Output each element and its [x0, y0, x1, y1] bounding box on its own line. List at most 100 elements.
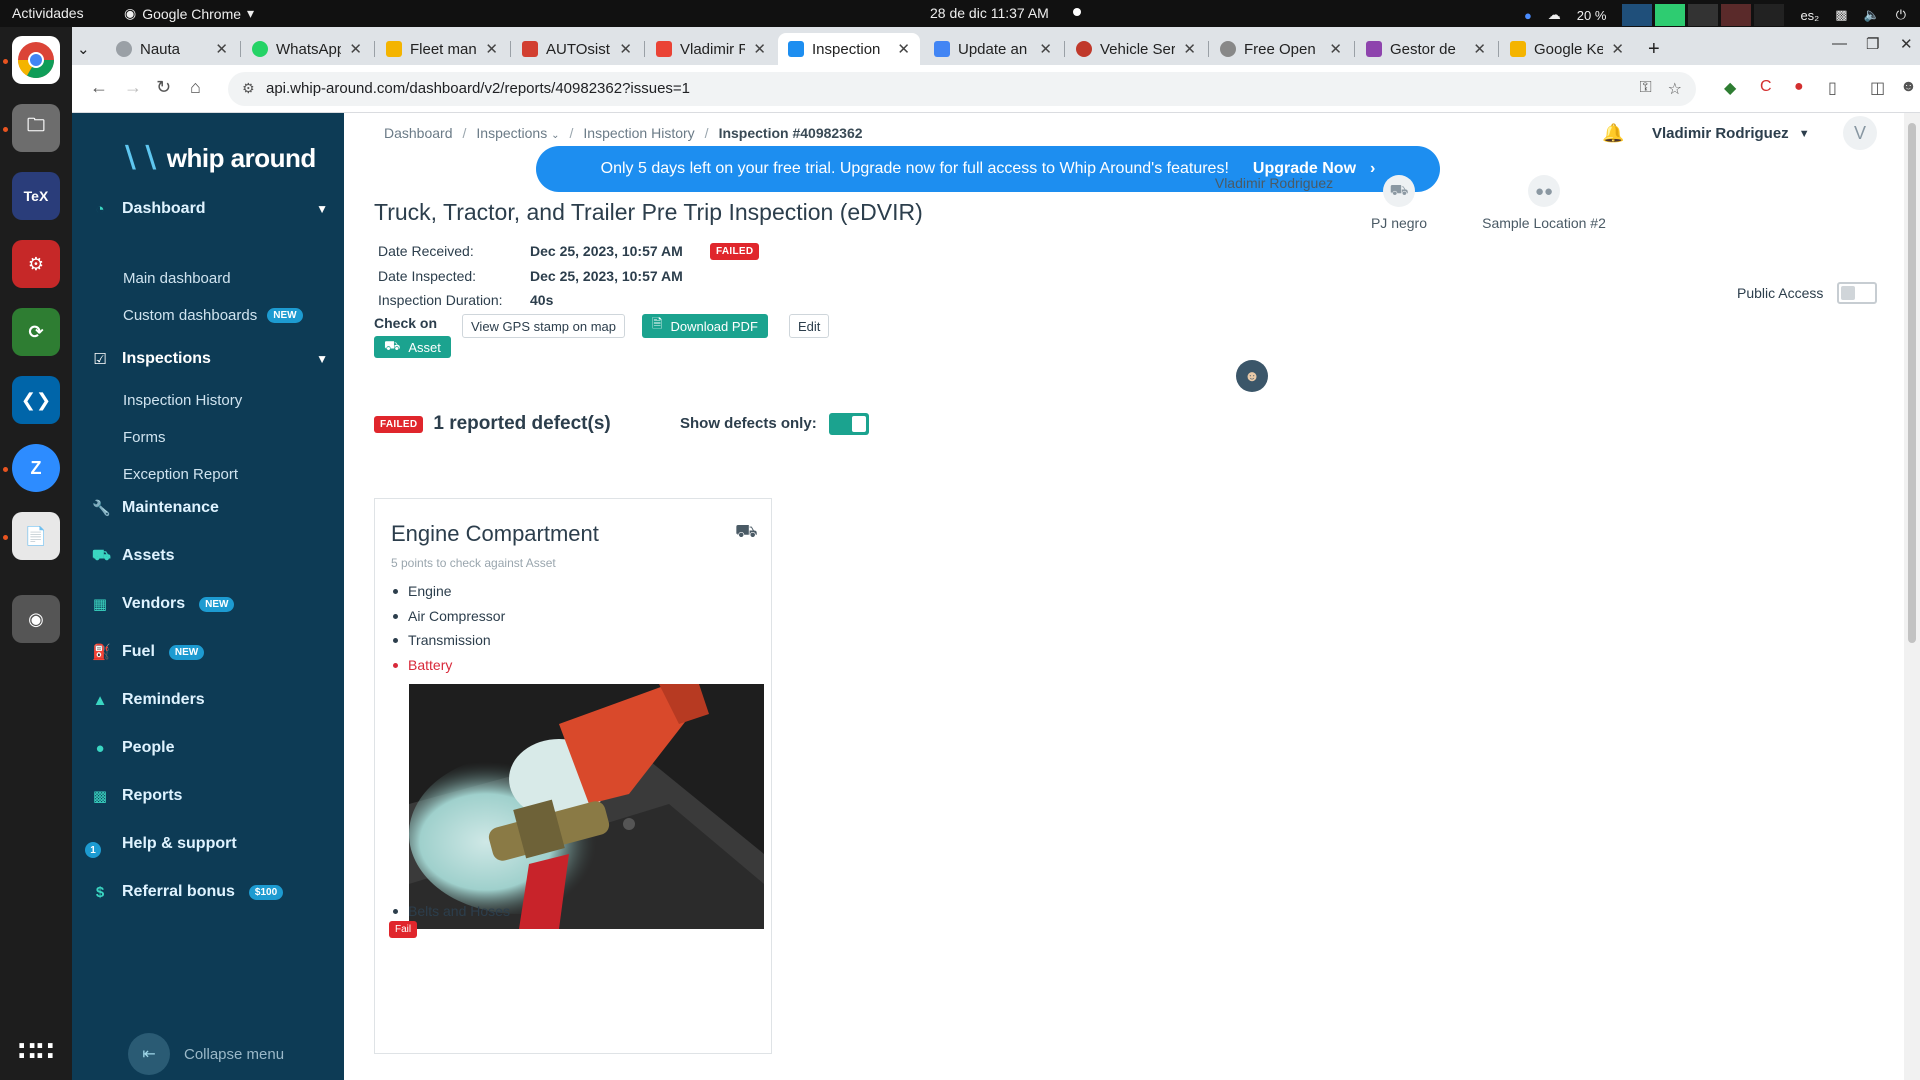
close-icon[interactable]: ✕ [1183, 40, 1196, 58]
close-icon[interactable]: ✕ [753, 40, 766, 58]
sidebar-item-maintenance[interactable]: 🔧 Maintenance [92, 493, 328, 523]
whip-around-logo[interactable]: ∖∖ whip around [120, 141, 316, 176]
tab-gmail[interactable]: Vladimir Ro ✕ [646, 33, 776, 65]
star-icon[interactable]: ☆ [1668, 79, 1682, 99]
defect-photo[interactable] [409, 684, 764, 929]
side-panel-icon[interactable]: ◫ [1870, 78, 1885, 98]
view-gps-button[interactable]: View GPS stamp on map [462, 314, 625, 338]
texstudio-icon[interactable]: TeX [12, 172, 60, 220]
settings-gear-icon[interactable]: ⚙ [12, 240, 60, 288]
location-info[interactable]: ●● Sample Location #2 [1466, 175, 1622, 231]
inspector-info[interactable]: ☻ Vladimir Rodriguez [1202, 175, 1346, 392]
address-bar[interactable]: ⚙ api.whip-around.com/dashboard/v2/repor… [228, 72, 1696, 106]
user-menu[interactable]: Vladimir Rodriguez ▼ [1652, 125, 1810, 142]
zoom-icon[interactable]: Z [12, 444, 60, 492]
close-icon[interactable]: ✕ [349, 40, 362, 58]
key-icon[interactable]: ⚿ [1639, 79, 1651, 99]
avatar[interactable]: V [1843, 116, 1877, 150]
show-apps-grid-icon[interactable]: ∷∷ [12, 1027, 60, 1075]
back-icon[interactable]: ← [90, 77, 108, 98]
tab-fleet[interactable]: Fleet mana ✕ [376, 33, 508, 65]
new-tab-button[interactable]: + [1638, 33, 1668, 65]
app-menu[interactable]: ◉ Google Chrome ▾ [124, 5, 254, 22]
sidebar-item-assets[interactable]: ⛟ Assets [92, 541, 328, 571]
edit-button[interactable]: Edit [789, 314, 830, 338]
show-defects-toggle[interactable] [829, 413, 869, 435]
close-icon[interactable]: ✕ [619, 40, 632, 58]
notifications-bell-icon[interactable]: 🔔 [1602, 123, 1624, 144]
activities-button[interactable]: Actividades [12, 5, 84, 21]
scrollbar-thumb[interactable] [1908, 123, 1916, 643]
home-icon[interactable]: ⌂ [190, 77, 201, 98]
tab-inspection[interactable]: Inspection ✕ [778, 33, 920, 65]
sidebar-item-inspections[interactable]: ☑ Inspections ▼ [92, 344, 328, 374]
public-access-toggle[interactable] [1837, 282, 1877, 304]
tab-search-button[interactable]: ⌄ [72, 33, 98, 65]
sidebar-item-label: Assets [122, 547, 175, 564]
collapse-menu-button[interactable]: ⇤ Collapse menu [128, 1033, 284, 1075]
asset-button[interactable]: ⛟ Asset [374, 336, 451, 358]
sidebar-sub-forms[interactable]: Forms [123, 429, 166, 446]
extension-c-icon[interactable]: C [1760, 78, 1772, 96]
disk-icon[interactable]: ◉ [12, 595, 60, 643]
breadcrumb-inspections[interactable]: Inspections ⌄ [476, 125, 559, 141]
sidebar-sub-main-dashboard[interactable]: Main dashboard [123, 270, 231, 287]
breadcrumb-inspection-history[interactable]: Inspection History [583, 125, 694, 141]
clock[interactable]: 28 de dic 11:37 AM [930, 5, 1049, 21]
sidebar-sub-exception-report[interactable]: Exception Report [123, 466, 238, 483]
puzzle-icon[interactable]: ▯ [1828, 78, 1837, 98]
tab-whatsapp[interactable]: WhatsApp ✕ [242, 33, 372, 65]
document-viewer-icon[interactable]: 📄 [12, 512, 60, 560]
running-indicator [3, 127, 8, 132]
reload-icon[interactable]: ↻ [156, 77, 171, 98]
sidebar-item-reports[interactable]: ▩ Reports [92, 781, 328, 811]
breadcrumb-dashboard[interactable]: Dashboard [384, 125, 453, 141]
bar-chart-icon: ▩ [92, 788, 108, 805]
system-tray[interactable]: ● ☁ 20 % es₂ ▩ 🔈 ⏻ [1524, 4, 1906, 26]
app-sidebar: ∖∖ whip around ◔ Dashboard ▼ Main dashbo… [72, 113, 344, 1080]
close-icon[interactable]: ✕ [215, 40, 228, 58]
sidebar-sub-inspection-history[interactable]: Inspection History [123, 392, 242, 409]
minimize-icon[interactable]: — [1832, 35, 1847, 52]
restore-icon[interactable]: ❐ [1866, 35, 1879, 53]
tab-vehicle[interactable]: Vehicle Ser ✕ [1066, 33, 1206, 65]
tab-free-open[interactable]: Free Open ✕ [1210, 33, 1352, 65]
bullet [393, 613, 398, 619]
sidebar-item-fuel[interactable]: ⛽ Fuel NEW [92, 637, 328, 667]
profile-avatar-icon[interactable]: ☻ [1900, 78, 1917, 96]
sidebar-item-referral[interactable]: $ Referral bonus $100 [92, 877, 328, 907]
files-icon[interactable]: 🗀 [12, 104, 60, 152]
site-info-icon[interactable]: ⚙ [242, 80, 255, 97]
record-icon[interactable]: ● [1794, 78, 1804, 96]
sidebar-item-reminders[interactable]: ▲ Reminders [92, 685, 328, 715]
forward-icon[interactable]: → [124, 77, 142, 98]
sidebar-item-help[interactable]: 1 Help & support [85, 829, 328, 859]
tab-gestor[interactable]: Gestor de ✕ [1356, 33, 1496, 65]
asset-info[interactable]: ⛟ PJ negro [1344, 175, 1454, 231]
extension-icon[interactable]: ◆ [1724, 78, 1736, 98]
tab-nauta[interactable]: Nauta ✕ [106, 33, 238, 65]
chrome-icon[interactable] [12, 36, 60, 84]
sidebar-item-vendors[interactable]: ▦ Vendors NEW [92, 589, 328, 619]
sidebar-item-dashboard[interactable]: ◔ Dashboard ▼ [92, 194, 328, 224]
sidebar-sub-label: Custom dashboards [123, 307, 258, 324]
download-pdf-button[interactable]: 🗎 Download PDF [642, 314, 768, 338]
tab-autosist[interactable]: AUTOsist - ✕ [512, 33, 642, 65]
url-text[interactable]: api.whip-around.com/dashboard/v2/reports… [266, 80, 690, 97]
close-icon[interactable]: ✕ [1611, 40, 1624, 58]
close-icon[interactable]: ✕ [897, 40, 910, 58]
close-icon[interactable]: ✕ [1473, 40, 1486, 58]
close-icon[interactable]: ✕ [1329, 40, 1342, 58]
page-scrollbar[interactable] [1904, 113, 1920, 1080]
vscode-icon[interactable]: ❮❯ [12, 376, 60, 424]
tab-google-keep[interactable]: Google Ke ✕ [1500, 33, 1634, 65]
sidebar-sub-custom-dashboards[interactable]: Custom dashboards NEW [123, 307, 303, 324]
sidebar-item-people[interactable]: ● People [92, 733, 328, 763]
close-icon[interactable]: ✕ [1039, 40, 1052, 58]
tab-update[interactable]: Update an ✕ [924, 33, 1062, 65]
close-icon[interactable]: ✕ [485, 40, 498, 58]
sync-icon[interactable]: ⟳ [12, 308, 60, 356]
language-indicator[interactable]: es₂ [1800, 8, 1819, 23]
tab-separator [1208, 41, 1209, 57]
close-window-icon[interactable]: ✕ [1900, 35, 1913, 53]
